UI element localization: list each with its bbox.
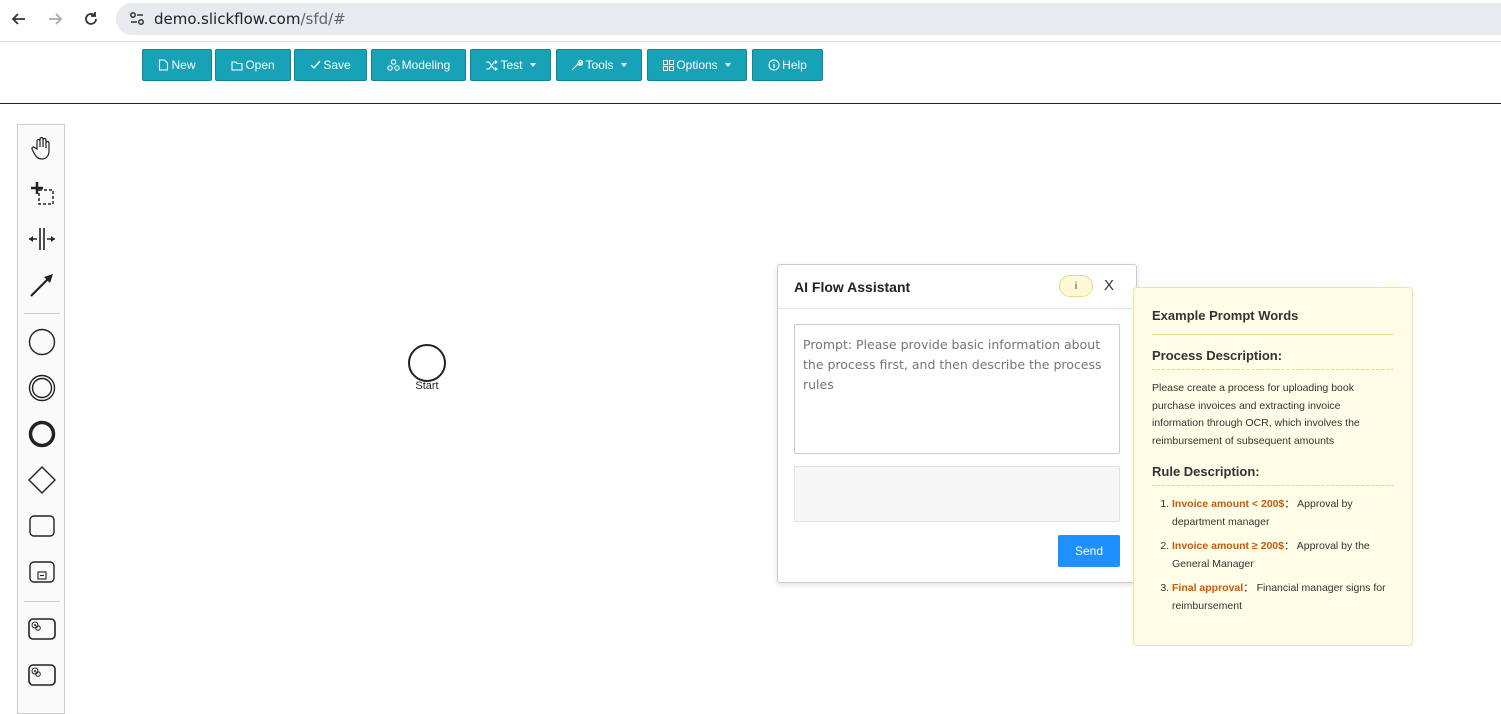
forward-arrow-icon[interactable] bbox=[44, 8, 66, 30]
designer-toolbar: New Open Save Modeling Test Tools Option… bbox=[0, 43, 1501, 104]
open-button[interactable]: Open bbox=[215, 49, 291, 81]
tool-palette bbox=[17, 124, 65, 714]
open-button-label: Open bbox=[245, 58, 275, 72]
reload-icon[interactable] bbox=[80, 8, 102, 30]
rule-key: Invoice amount < 200$ bbox=[1172, 498, 1285, 510]
process-description-text: Please create a process for uploading bo… bbox=[1152, 382, 1360, 447]
test-button-label: Test bbox=[500, 58, 523, 72]
new-button[interactable]: New bbox=[142, 49, 212, 81]
palette-separator bbox=[24, 601, 60, 602]
caret-down-icon bbox=[724, 63, 731, 67]
help-button-label: Help bbox=[782, 58, 807, 72]
tools-button-label: Tools bbox=[585, 58, 614, 72]
service-task-2-icon[interactable] bbox=[24, 657, 60, 693]
url-path: /sfd/# bbox=[300, 10, 346, 28]
browser-bar: demo.slickflow.com/sfd/# bbox=[0, 0, 1501, 42]
rule-item: Invoice amount < 200$： Approval by depar… bbox=[1172, 496, 1394, 531]
process-description-heading: Process Description: bbox=[1152, 348, 1394, 370]
caret-down-icon bbox=[529, 63, 536, 67]
example-title: Example Prompt Words bbox=[1152, 308, 1394, 335]
start-event-label: Start bbox=[415, 380, 439, 392]
modeling-icon bbox=[386, 59, 400, 71]
send-button[interactable]: Send bbox=[1058, 535, 1120, 567]
rule-item: Final approval： Financial manager signs … bbox=[1172, 580, 1394, 615]
ai-flow-assistant-dialog: AI Flow Assistant i X Send bbox=[777, 264, 1137, 583]
back-arrow-icon[interactable] bbox=[8, 8, 30, 30]
rule-separator: ： bbox=[1283, 540, 1295, 552]
start-event-icon[interactable] bbox=[24, 324, 60, 360]
file-icon bbox=[159, 59, 169, 71]
rule-description-heading: Rule Description: bbox=[1152, 464, 1394, 486]
rule-item: Invoice amount ≥ 200$： Approval by the G… bbox=[1172, 538, 1394, 573]
shuffle-icon bbox=[486, 59, 499, 71]
prompt-input[interactable] bbox=[794, 324, 1120, 454]
test-dropdown-button[interactable]: Test bbox=[470, 49, 551, 81]
tools-dropdown-button[interactable]: Tools bbox=[556, 49, 642, 81]
modeling-button[interactable]: Modeling bbox=[371, 49, 466, 81]
save-button[interactable]: Save bbox=[294, 49, 367, 81]
hand-tool-icon[interactable] bbox=[24, 130, 60, 166]
folder-icon bbox=[231, 60, 243, 71]
url-host: demo.slickflow.com bbox=[154, 10, 301, 28]
check-icon bbox=[310, 60, 321, 70]
modeling-button-label: Modeling bbox=[401, 58, 451, 72]
start-event-shape[interactable] bbox=[408, 344, 446, 382]
rule-key: Final approval bbox=[1172, 582, 1244, 594]
close-button[interactable]: X bbox=[1104, 277, 1114, 294]
grid-icon bbox=[663, 59, 675, 71]
rule-list: Invoice amount < 200$： Approval by depar… bbox=[1152, 496, 1394, 615]
dialog-title: AI Flow Assistant bbox=[794, 278, 911, 295]
rule-separator: ： bbox=[1284, 498, 1295, 510]
help-button[interactable]: Help bbox=[752, 49, 823, 81]
lasso-tool-icon[interactable] bbox=[24, 175, 60, 211]
info-icon bbox=[768, 59, 780, 71]
info-toggle-button[interactable]: i bbox=[1059, 275, 1093, 297]
intermediate-event-icon[interactable] bbox=[24, 370, 60, 406]
caret-down-icon bbox=[620, 63, 627, 67]
space-tool-icon[interactable] bbox=[24, 221, 60, 257]
url-text: demo.slickflow.com/sfd/# bbox=[154, 10, 346, 28]
save-button-label: Save bbox=[323, 58, 351, 72]
connect-tool-icon[interactable] bbox=[24, 267, 60, 303]
task-icon[interactable] bbox=[24, 508, 60, 544]
wrench-icon bbox=[572, 59, 584, 71]
end-event-icon[interactable] bbox=[24, 416, 60, 452]
new-button-label: New bbox=[171, 58, 196, 72]
options-dropdown-button[interactable]: Options bbox=[647, 49, 747, 81]
service-task-icon[interactable] bbox=[24, 611, 60, 647]
response-output bbox=[794, 466, 1120, 522]
rule-key: Invoice amount ≥ 200$ bbox=[1172, 540, 1284, 552]
gateway-icon[interactable] bbox=[24, 462, 60, 498]
site-settings-icon[interactable] bbox=[128, 10, 146, 28]
rule-separator: ： bbox=[1243, 582, 1254, 594]
palette-separator bbox=[24, 313, 60, 314]
example-prompt-panel: Example Prompt Words Process Description… bbox=[1133, 287, 1413, 646]
options-button-label: Options bbox=[676, 58, 718, 72]
address-bar[interactable]: demo.slickflow.com/sfd/# bbox=[116, 3, 1501, 35]
subprocess-icon[interactable] bbox=[24, 554, 60, 590]
dialog-header: AI Flow Assistant i X bbox=[778, 265, 1136, 309]
